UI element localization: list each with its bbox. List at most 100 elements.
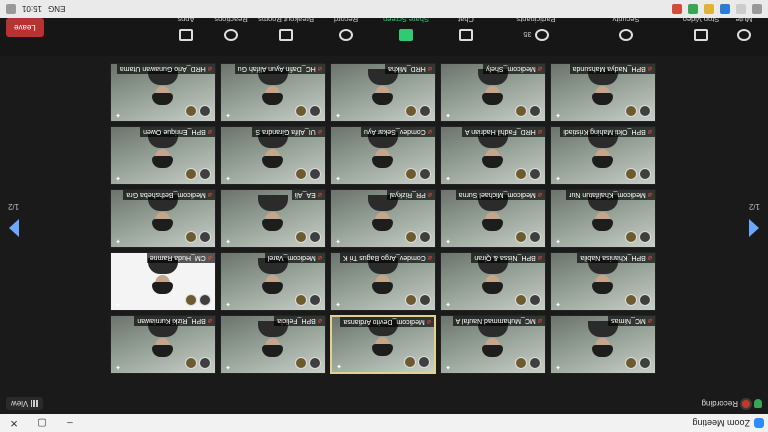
muted-mic-icon: ⌀ (647, 317, 652, 324)
page-next[interactable]: 1/2 (8, 202, 19, 237)
tile-more-icon[interactable]: ✦ (225, 363, 231, 370)
arrow-left-icon (749, 219, 760, 237)
page-prev[interactable]: 1/2 (749, 202, 760, 237)
tile-more-icon[interactable]: ✦ (225, 237, 231, 244)
participant-tile[interactable]: ✦ ⌀ CM_Huda Ramne (110, 252, 216, 311)
participant-video (368, 195, 398, 231)
participant-tile[interactable]: ✦ ⌀ HRD_Mikha (330, 63, 436, 122)
taskbar-app-icon[interactable] (704, 4, 714, 14)
minimize-button[interactable]: – (56, 414, 84, 432)
notification-icon[interactable] (6, 4, 16, 14)
participant-tile[interactable]: ✦ ⌀ BPH_Enrique Owen (110, 126, 216, 185)
tile-more-icon[interactable]: ✦ (445, 237, 451, 244)
participant-name: MC_Nimas (611, 317, 646, 325)
event-logo-icon (515, 168, 527, 180)
event-logo-icon (405, 231, 417, 243)
muted-mic-icon: ⌀ (537, 65, 542, 72)
participant-tile[interactable]: ✦ ⌀ Medicom_Khalifatun Nur (550, 189, 656, 248)
tile-more-icon[interactable]: ✦ (555, 237, 561, 244)
language-indicator[interactable]: ENG (48, 5, 65, 14)
tile-more-icon[interactable]: ✦ (445, 300, 451, 307)
tile-more-icon[interactable]: ✦ (225, 111, 231, 118)
grid-view-icon (31, 400, 39, 408)
participant-tile[interactable]: ✦ ⌀ BPH_Okti Mahing Kristiadi (550, 126, 656, 185)
title-bar: Zoom Meeting – ▢ ✕ (0, 414, 768, 432)
participant-name-label: ⌀ MC_Muhammad Naufal A (452, 316, 545, 326)
participant-video (148, 132, 178, 168)
tile-more-icon[interactable]: ✦ (115, 363, 121, 370)
participant-name-label: ⌀ BPH_Felicia (274, 316, 325, 326)
participant-video (478, 132, 508, 168)
event-logo-icon (295, 294, 307, 306)
tile-more-icon[interactable]: ✦ (335, 111, 341, 118)
participant-tile[interactable]: ✦ ⌀ HC_Dafin Ayun Alifah Gu (220, 63, 326, 122)
tile-more-icon[interactable]: ✦ (445, 111, 451, 118)
leave-button[interactable]: Leave (6, 18, 44, 38)
participant-name: BPH_Nadya Mahsunda (572, 65, 646, 73)
tile-more-icon[interactable]: ✦ (555, 363, 561, 370)
participant-tile[interactable]: ✦ ⌀ BPH_Rizki Kurniawan (110, 315, 216, 374)
participant-tile[interactable]: ✦ ⌀ HRD_Ario Gunawan Utama (110, 63, 216, 122)
participant-name-label: ⌀ BPH_Khanisa Nabila (577, 253, 655, 263)
participant-tile[interactable]: ✦ ⌀ BPH_Nissa & Qiran (440, 252, 546, 311)
participant-tile[interactable]: ✦ ⌀ Medicom_Shely (440, 63, 546, 122)
tile-more-icon[interactable]: ✦ (336, 362, 342, 369)
organization-logo-icon (529, 168, 541, 180)
participant-tile[interactable]: ✦ ⌀ MC_Muhammad Naufal A (440, 315, 546, 374)
participant-tile[interactable]: ✦ ⌀ BPH_Nadya Mahsunda (550, 63, 656, 122)
view-button[interactable]: View (6, 397, 44, 411)
tile-more-icon[interactable]: ✦ (335, 300, 341, 307)
recording-indicator[interactable]: Recording (702, 399, 762, 409)
tile-more-icon[interactable]: ✦ (225, 174, 231, 181)
participant-tile[interactable]: ✦ ⌀ MC_Nimas (550, 315, 656, 374)
tile-more-icon[interactable]: ✦ (555, 174, 561, 181)
participant-name-label: ⌀ BPH_Okti Mahing Kristiadi (560, 127, 655, 137)
security-shield-icon (754, 399, 762, 409)
tile-more-icon[interactable]: ✦ (115, 237, 121, 244)
window-title-area: Zoom Meeting (84, 418, 768, 428)
participant-video (478, 321, 508, 357)
participant-tile[interactable]: ✦ ⌀ BPH_Khanisa Nabila (550, 252, 656, 311)
microphone-icon (737, 29, 751, 41)
participant-tile[interactable]: ✦ ⌀ Comdev_Sekar Ayu (330, 126, 436, 185)
maximize-button[interactable]: ▢ (28, 414, 56, 432)
tile-more-icon[interactable]: ✦ (225, 300, 231, 307)
tile-more-icon[interactable]: ✦ (335, 237, 341, 244)
participant-tile[interactable]: ✦ ⌀ PR_Rizkyal (330, 189, 436, 248)
taskbar-app-icon[interactable] (688, 4, 698, 14)
participant-tile[interactable]: ✦ ⌀ Medicom_Michael Surna (440, 189, 546, 248)
tile-more-icon[interactable]: ✦ (335, 174, 341, 181)
organization-logo-icon (309, 105, 321, 117)
muted-mic-icon: ⌀ (207, 65, 212, 72)
participant-name: BPH_Okti Mahing Kristiadi (563, 128, 646, 136)
tile-more-icon[interactable]: ✦ (555, 300, 561, 307)
participant-tile[interactable]: ✦ ⌀ Medicom_Varel (220, 252, 326, 311)
taskbar-app-icon[interactable] (672, 4, 682, 14)
tile-more-icon[interactable]: ✦ (445, 363, 451, 370)
organization-logo-icon (639, 168, 651, 180)
participant-name: BPH_Enrique Owen (143, 128, 206, 136)
clock[interactable]: 15:01 (22, 5, 42, 14)
tile-more-icon[interactable]: ✦ (115, 300, 121, 307)
participant-tile[interactable]: ✦ ⌀ Medicom_Bethsheba Gra (110, 189, 216, 248)
taskbar-app-icon[interactable] (736, 4, 746, 14)
participant-tile[interactable]: ✦ ⌀ Comdev_Argo Bagus Tri K (330, 252, 436, 311)
participant-tile[interactable]: ✦ ⌀ UI_Alifa Girandra S (220, 126, 326, 185)
participant-name: HRD_Mikha (388, 65, 426, 73)
organization-logo-icon (639, 294, 651, 306)
participant-video (368, 258, 398, 294)
close-button[interactable]: ✕ (0, 414, 28, 432)
participant-tile[interactable]: ✦ ⌀ BPH_Felicia (220, 315, 326, 374)
event-logo-icon (185, 231, 197, 243)
tile-more-icon[interactable]: ✦ (555, 111, 561, 118)
taskbar-app-icon[interactable] (720, 4, 730, 14)
participant-tile[interactable]: ✦ ⌀ EA_Ali (220, 189, 326, 248)
tile-more-icon[interactable]: ✦ (445, 174, 451, 181)
tile-more-icon[interactable]: ✦ (115, 111, 121, 118)
participant-tile[interactable]: ✦ ⌀ HRD_Fadhil Hadrian A (440, 126, 546, 185)
participant-tile[interactable]: ✦ ⌀ Medicom_Devito Ardiansa (330, 315, 436, 374)
tile-more-icon[interactable]: ✦ (115, 174, 121, 181)
start-icon[interactable] (752, 4, 762, 14)
organization-logo-icon (199, 357, 211, 369)
muted-mic-icon: ⌀ (317, 128, 322, 135)
